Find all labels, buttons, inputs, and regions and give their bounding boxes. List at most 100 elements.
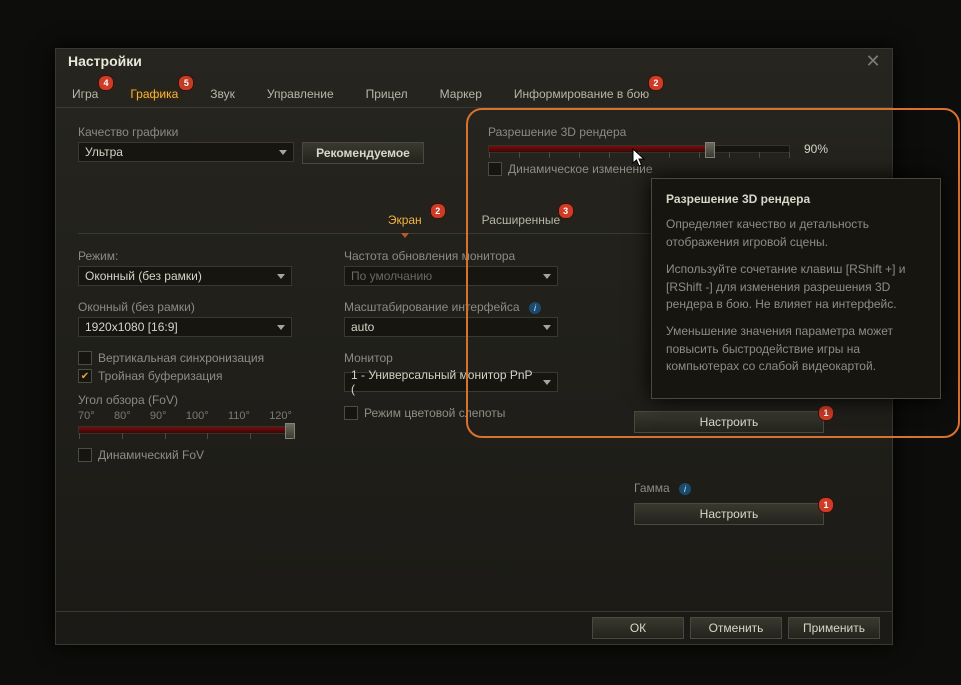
apply-button[interactable]: Применить: [788, 617, 880, 639]
render3d-dynamic-check[interactable]: Динамическое изменение: [488, 162, 870, 176]
mode-select[interactable]: Оконный (без рамки): [78, 266, 292, 286]
chevron-down-icon: [279, 150, 287, 155]
monitor-value: 1 - Универсальный монитор PnP (: [351, 368, 537, 396]
dialog-footer: ОК Отменить Применить: [56, 611, 892, 644]
tooltip-p1: Определяет качество и детальность отобра…: [666, 216, 926, 251]
checkbox-icon: [344, 406, 358, 420]
quality-select[interactable]: Ультра: [78, 142, 294, 162]
quality-value: Ультра: [85, 145, 123, 159]
checkbox-icon: ✔: [78, 369, 92, 383]
configure-button-label: Настроить: [700, 415, 759, 429]
render3d-percent: 90%: [804, 142, 828, 156]
apply-button-label: Применить: [803, 621, 865, 635]
subtab-screen[interactable]: Экран 2: [358, 207, 452, 233]
render3d-thumb[interactable]: [705, 142, 715, 158]
screen-col-1: Режим: Оконный (без рамки) Оконный (без …: [78, 249, 308, 466]
chevron-down-icon: [277, 325, 285, 330]
recommended-button-label: Рекомендуемое: [316, 146, 410, 160]
tab-marker[interactable]: Маркер: [424, 81, 498, 107]
dynamic-fov-check[interactable]: Динамический FoV: [78, 448, 308, 462]
vsync-label: Вертикальная синхронизация: [98, 351, 264, 365]
tab-game-label: Игра: [72, 87, 98, 101]
chevron-down-icon: [277, 274, 285, 279]
resolution-select[interactable]: 1920x1080 [16:9]: [78, 317, 292, 337]
fov-tick-labels: 70° 80° 90° 100° 110° 120°: [78, 410, 292, 422]
resolution-label: Оконный (без рамки): [78, 300, 308, 314]
checkbox-icon: [78, 351, 92, 365]
ok-button[interactable]: ОК: [592, 617, 684, 639]
refresh-label: Частота обновления монитора: [344, 249, 574, 263]
quality-label: Качество графики: [78, 125, 458, 139]
tab-sound-label: Звук: [210, 87, 235, 101]
badge-configure-1: 1: [818, 405, 834, 421]
mode-label: Режим:: [78, 249, 308, 263]
tab-controls[interactable]: Управление: [251, 81, 350, 107]
tooltip-p2: Используйте сочетание клавиш [RShift +] …: [666, 261, 926, 313]
screen-col-2: Частота обновления монитора По умолчанию…: [344, 249, 574, 424]
tab-graphics-label: Графика: [130, 87, 178, 101]
gamma-configure-button-label: Настроить: [700, 507, 759, 521]
triple-buffer-label: Тройная буферизация: [98, 369, 223, 383]
screen-col-3: Настроить 1 Гамма i Настроить 1: [634, 411, 834, 525]
close-icon[interactable]: ✕: [862, 51, 884, 73]
main-tabs: Игра 4 Графика 5 Звук Управление Прицел …: [56, 81, 892, 108]
cancel-button-label: Отменить: [709, 621, 764, 635]
scaling-label: Масштабирование интерфейса i: [344, 300, 574, 314]
chevron-down-icon: [543, 274, 551, 279]
tab-battle-notify-label: Информирование в бою: [514, 87, 649, 101]
checkbox-icon: [488, 162, 502, 176]
tab-controls-label: Управление: [267, 87, 334, 101]
tab-sound[interactable]: Звук: [194, 81, 251, 107]
badge-subtab-screen: 2: [430, 203, 446, 219]
fov-label: Угол обзора (FoV): [78, 393, 308, 407]
scaling-select[interactable]: auto: [344, 317, 558, 337]
scaling-value: auto: [351, 320, 374, 334]
colorblind-check[interactable]: Режим цветовой слепоты: [344, 406, 574, 420]
monitor-label: Монитор: [344, 351, 574, 365]
badge-game: 4: [98, 75, 114, 91]
refresh-value: По умолчанию: [351, 269, 432, 283]
refresh-select[interactable]: По умолчанию: [344, 266, 558, 286]
dynamic-fov-label: Динамический FoV: [98, 448, 204, 462]
render3d-slider[interactable]: [488, 145, 790, 153]
subtab-screen-label: Экран: [388, 213, 422, 227]
monitor-select[interactable]: 1 - Универсальный монитор PnP (: [344, 372, 558, 392]
colorblind-configure-button[interactable]: Настроить: [634, 411, 824, 433]
tooltip-p3: Уменьшение значения параметра может повы…: [666, 323, 926, 375]
info-icon[interactable]: i: [679, 483, 691, 495]
window-title: Настройки: [56, 49, 892, 75]
recommended-button[interactable]: Рекомендуемое: [302, 142, 424, 164]
tab-reticle-label: Прицел: [366, 87, 408, 101]
info-icon[interactable]: i: [529, 302, 541, 314]
colorblind-label: Режим цветовой слепоты: [364, 406, 505, 420]
quality-group: Качество графики Ультра Рекомендуемое: [78, 125, 458, 164]
gamma-label: Гамма i: [634, 481, 834, 495]
checkbox-icon: [78, 448, 92, 462]
render3d-fill: [489, 146, 705, 152]
badge-graphics: 5: [178, 75, 194, 91]
gamma-configure-button[interactable]: Настроить: [634, 503, 824, 525]
badge-configure-2: 1: [818, 497, 834, 513]
fov-fill: [79, 427, 293, 433]
window-title-text: Настройки: [68, 53, 142, 69]
render3d-group: Разрешение 3D рендера 90% Динамическое и…: [488, 125, 870, 176]
cancel-button[interactable]: Отменить: [690, 617, 782, 639]
mode-value: Оконный (без рамки): [85, 269, 202, 283]
chevron-down-icon: [543, 380, 551, 385]
triple-buffer-check[interactable]: ✔ Тройная буферизация: [78, 369, 308, 383]
fov-slider[interactable]: [78, 426, 294, 434]
tab-battle-notify[interactable]: Информирование в бою 2: [498, 81, 665, 107]
tooltip-title: Разрешение 3D рендера: [666, 191, 926, 208]
tab-reticle[interactable]: Прицел: [350, 81, 424, 107]
tab-marker-label: Маркер: [440, 87, 482, 101]
vsync-check[interactable]: Вертикальная синхронизация: [78, 351, 308, 365]
chevron-down-icon: [543, 325, 551, 330]
tab-game[interactable]: Игра 4: [56, 81, 114, 107]
render3d-tooltip: Разрешение 3D рендера Определяет качеств…: [651, 178, 941, 399]
badge-battle-notify: 2: [648, 75, 664, 91]
resolution-value: 1920x1080 [16:9]: [85, 320, 178, 334]
subtab-advanced[interactable]: Расширенные 3: [452, 207, 591, 233]
tab-graphics[interactable]: Графика 5: [114, 81, 194, 107]
subtab-advanced-label: Расширенные: [482, 213, 561, 227]
ok-button-label: ОК: [630, 621, 646, 635]
